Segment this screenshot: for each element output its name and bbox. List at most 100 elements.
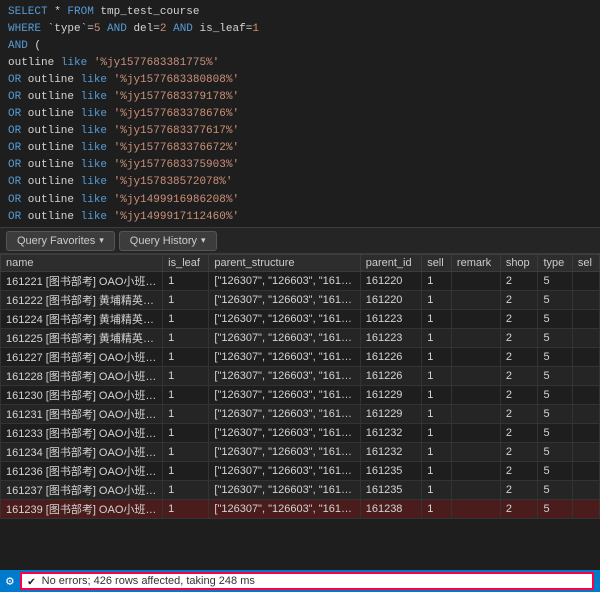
cell-shop: 2 — [500, 386, 538, 405]
cell-is-leaf: 1 — [163, 329, 209, 348]
cell-name: 161236 [图书部考] OAO小班直播特训营系... — [1, 462, 163, 481]
chevron-down-icon-2: ▾ — [201, 235, 206, 246]
cell-sell: 1 — [422, 424, 452, 443]
cell-shop: 2 — [500, 481, 538, 500]
cell-parent-id: 161220 — [360, 272, 421, 291]
cell-parent-structure: ["126307", "126603", "161226"] — [209, 367, 360, 386]
table-row[interactable]: 161228 [图书部考] OAO小班直播特训营系...1["126307", … — [1, 367, 600, 386]
cell-shop: 2 — [500, 462, 538, 481]
table-body: 161221 [图书部考] OAO小班直播特训营系...1["126307", … — [1, 272, 600, 519]
sql-line: OR outline like '%jy1577683375903%' — [8, 157, 592, 174]
cell-shop: 2 — [500, 348, 538, 367]
cell-shop: 2 — [500, 291, 538, 310]
table-row[interactable]: 161227 [图书部考] OAO小班直播特训营系...1["126307", … — [1, 348, 600, 367]
cell-sell: 1 — [422, 367, 452, 386]
query-favorites-tab[interactable]: Query Favorites ▾ — [6, 231, 115, 251]
query-history-tab[interactable]: Query History ▾ — [119, 231, 217, 251]
cell-is-leaf: 1 — [163, 367, 209, 386]
col-type: type — [538, 255, 572, 272]
cell-sel — [572, 424, 599, 443]
gear-icon[interactable]: ⚙ — [6, 574, 14, 589]
cell-name: 161231 [图书部考] OAO小班直播特训营系... — [1, 405, 163, 424]
sql-line: AND ( — [8, 38, 592, 55]
table-row[interactable]: 161237 [图书部考] OAO小班直播特训营系...1["126307", … — [1, 481, 600, 500]
cell-name: 161228 [图书部考] OAO小班直播特训营系... — [1, 367, 163, 386]
cell-shop: 2 — [500, 500, 538, 519]
cell-type: 5 — [538, 500, 572, 519]
cell-name: 161234 [图书部考] OAO小班直播特训营系... — [1, 443, 163, 462]
cell-type: 5 — [538, 329, 572, 348]
sql-line: OR outline like '%jy1577683379178%' — [8, 89, 592, 106]
cell-parent-id: 161226 — [360, 348, 421, 367]
table-row[interactable]: 161231 [图书部考] OAO小班直播特训营系...1["126307", … — [1, 405, 600, 424]
table-row[interactable]: 161222 [图书部考] 黄埔精英直播特训营系...1["126307", "… — [1, 291, 600, 310]
cell-remark — [451, 348, 500, 367]
cell-name: 161233 [图书部考] OAO小班直播特训营系... — [1, 424, 163, 443]
cell-type: 5 — [538, 462, 572, 481]
status-text: No errors; 426 rows affected, taking 248… — [42, 575, 255, 587]
cell-remark — [451, 386, 500, 405]
cell-sel — [572, 462, 599, 481]
cell-remark — [451, 367, 500, 386]
sql-line: OR outline like '%jy1577683380808%' — [8, 72, 592, 89]
cell-parent-structure: ["126307", "126603", "161235"] — [209, 462, 360, 481]
sql-editor[interactable]: SELECT * FROM tmp_test_courseWHERE `type… — [0, 0, 600, 228]
cell-type: 5 — [538, 424, 572, 443]
results-area[interactable]: name is_leaf parent_structure parent_id … — [0, 254, 600, 563]
cell-remark — [451, 462, 500, 481]
table-row[interactable]: 161225 [图书部考] 黄埔精英直播特训营系...1["126307", "… — [1, 329, 600, 348]
cell-sel — [572, 405, 599, 424]
cell-parent-structure: ["126307", "126603", "161232"] — [209, 443, 360, 462]
cell-name: 161237 [图书部考] OAO小班直播特训营系... — [1, 481, 163, 500]
cell-remark — [451, 500, 500, 519]
check-icon: ✔ — [28, 574, 35, 589]
cell-type: 5 — [538, 348, 572, 367]
table-row[interactable]: 161236 [图书部考] OAO小班直播特训营系...1["126307", … — [1, 462, 600, 481]
status-bar: ⚙ ✔ No errors; 426 rows affected, taking… — [0, 570, 600, 592]
table-row[interactable]: 161221 [图书部考] OAO小班直播特训营系...1["126307", … — [1, 272, 600, 291]
table-row[interactable]: 161234 [图书部考] OAO小班直播特训营系...1["126307", … — [1, 443, 600, 462]
cell-sel — [572, 291, 599, 310]
cell-shop: 2 — [500, 405, 538, 424]
cell-is-leaf: 1 — [163, 386, 209, 405]
col-remark: remark — [451, 255, 500, 272]
cell-parent-id: 161220 — [360, 291, 421, 310]
cell-parent-id: 161235 — [360, 481, 421, 500]
cell-remark — [451, 291, 500, 310]
table-row[interactable]: 161230 [图书部考] OAO小班直播特训营系...1["126307", … — [1, 386, 600, 405]
cell-type: 5 — [538, 481, 572, 500]
chevron-down-icon: ▾ — [99, 235, 104, 246]
cell-sell: 1 — [422, 348, 452, 367]
cell-sel — [572, 272, 599, 291]
cell-remark — [451, 443, 500, 462]
cell-parent-structure: ["126307", "126603", "161223"] — [209, 310, 360, 329]
col-parent-structure: parent_structure — [209, 255, 360, 272]
table-row[interactable]: 161239 [图书部考] OAO小班直播特训营系...1["126307", … — [1, 500, 600, 519]
cell-shop: 2 — [500, 367, 538, 386]
cell-sel — [572, 386, 599, 405]
cell-name: 161224 [图书部考] 黄埔精英直播特训营系... — [1, 310, 163, 329]
sql-line: OR outline like '%jy1577683376672%' — [8, 140, 592, 157]
cell-remark — [451, 310, 500, 329]
cell-sel — [572, 500, 599, 519]
sql-line: OR outline like '%jy1499916986208%' — [8, 192, 592, 209]
cell-parent-id: 161223 — [360, 329, 421, 348]
table-header-row: name is_leaf parent_structure parent_id … — [1, 255, 600, 272]
cell-type: 5 — [538, 367, 572, 386]
sql-line: OR outline like '%jy1577683377617%' — [8, 123, 592, 140]
sql-line: OR outline like '%jy157838572078%' — [8, 174, 592, 191]
cell-parent-id: 161226 — [360, 367, 421, 386]
table-row[interactable]: 161224 [图书部考] 黄埔精英直播特训营系... 1 ["126307", "… — [1, 310, 600, 329]
sql-line: WHERE `type`=5 AND del=2 AND is_leaf=1 — [8, 21, 592, 38]
col-sell: sell — [422, 255, 452, 272]
cell-sel — [572, 481, 599, 500]
cell-sell: 1 — [422, 310, 452, 329]
cell-remark — [451, 329, 500, 348]
cell-parent-structure: ["126307", "126603", "161232"] — [209, 424, 360, 443]
cell-sel — [572, 329, 599, 348]
query-history-label: Query History — [130, 235, 197, 247]
cell-type: 5 — [538, 310, 572, 329]
cell-sell: 1 — [422, 291, 452, 310]
table-row[interactable]: 161233 [图书部考] OAO小班直播特训营系... 1 ["126307", … — [1, 424, 600, 443]
cell-sel — [572, 443, 599, 462]
